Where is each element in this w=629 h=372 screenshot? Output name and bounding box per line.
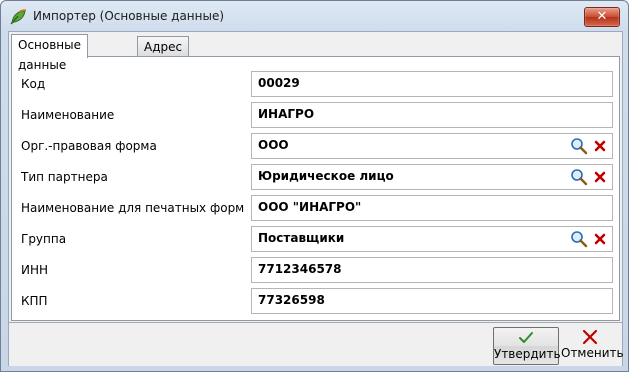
print-name-value: ООО "ИНАГРО" [258, 200, 362, 214]
print-name-field[interactable]: ООО "ИНАГРО" [251, 195, 613, 221]
cancel-button[interactable]: Отменить [561, 327, 624, 363]
importer-window: Импортер (Основные данные) ✕ Основные да… [0, 0, 629, 372]
clear-icon[interactable] [592, 138, 608, 154]
close-button[interactable]: ✕ [584, 7, 620, 27]
tab-address[interactable]: Адрес [137, 36, 190, 57]
inn-value: 7712346578 [258, 262, 342, 276]
close-icon: ✕ [596, 9, 608, 24]
inn-label: ИНН [21, 263, 49, 277]
tab-main-data[interactable]: Основные данные [11, 34, 89, 72]
name-field[interactable]: ИНАГРО [251, 102, 613, 128]
dialog-footer: Утвердить Отменить [9, 322, 624, 366]
window-title: Импортер (Основные данные) [33, 9, 225, 23]
search-icon[interactable] [570, 137, 588, 155]
name-value: ИНАГРО [258, 107, 315, 121]
confirm-label: Утвердить [494, 347, 561, 361]
code-value: 00029 [258, 76, 300, 90]
app-leaf-icon [10, 9, 27, 25]
group-value: Поставщики [258, 231, 345, 245]
search-icon[interactable] [570, 230, 588, 248]
group-field[interactable]: Поставщики [251, 226, 613, 252]
checkmark-icon [519, 332, 533, 343]
cancel-x-icon [582, 329, 598, 345]
clear-icon[interactable] [592, 231, 608, 247]
search-icon[interactable] [570, 168, 588, 186]
print-name-label: Наименование для печатных форм [21, 201, 245, 215]
code-label: Код [21, 77, 46, 91]
confirm-button[interactable]: Утвердить [493, 327, 561, 365]
title-bar[interactable]: Импортер (Основные данные) ✕ [1, 1, 628, 31]
code-field[interactable]: 00029 [251, 71, 613, 97]
partner-type-value: Юридическое лицо [258, 169, 394, 183]
kpp-value: 77326598 [258, 293, 325, 307]
inn-field[interactable]: 7712346578 [251, 257, 613, 283]
kpp-field[interactable]: 77326598 [251, 288, 613, 314]
dialog-client: Основные данные Адрес Код 00029 Наименов… [8, 31, 624, 366]
group-label: Группа [21, 232, 67, 246]
legal-form-value: ООО [258, 138, 289, 152]
name-label: Наименование [21, 108, 115, 122]
cancel-label: Отменить [561, 346, 624, 360]
legal-form-label: Орг.-правовая форма [21, 139, 157, 153]
legal-form-field[interactable]: ООО [251, 133, 613, 159]
clear-icon[interactable] [592, 169, 608, 185]
partner-type-label: Тип партнера [21, 170, 108, 184]
kpp-label: КПП [21, 294, 48, 308]
main-data-panel: Код 00029 Наименование ИНАГРО Орг.-право… [11, 56, 620, 321]
partner-type-field[interactable]: Юридическое лицо [251, 164, 613, 190]
